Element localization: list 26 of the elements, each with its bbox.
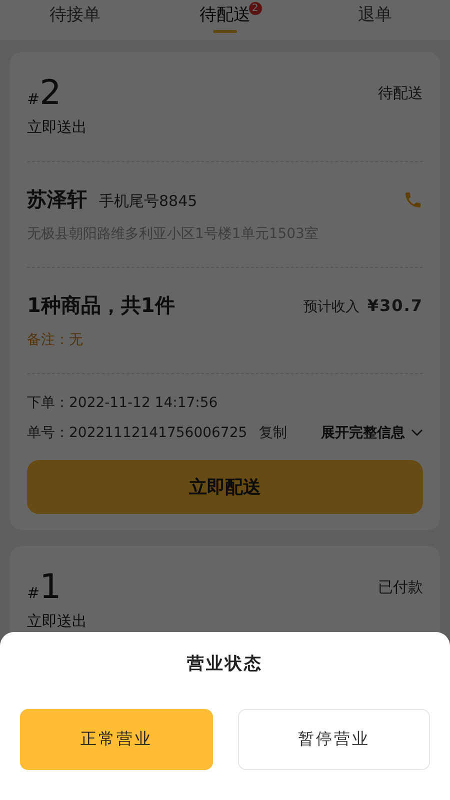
copy-link[interactable]: 复制 bbox=[259, 424, 288, 442]
hash-sign: # bbox=[27, 90, 40, 108]
order-tab[interactable]: 待接单 bbox=[0, 0, 150, 40]
order-id: 单号：20221112141756006725 bbox=[27, 425, 248, 441]
expand-info-button[interactable]: 展开完整信息 bbox=[321, 424, 423, 442]
hash-sign: # bbox=[27, 584, 40, 602]
customer-name: 苏泽轩 bbox=[27, 187, 87, 211]
phone-icon[interactable] bbox=[403, 190, 423, 210]
chevron-down-icon bbox=[411, 429, 423, 437]
delivery-time: 立即送出 bbox=[27, 118, 88, 137]
sheet-title: 营业状态 bbox=[186, 653, 264, 675]
order-tab[interactable]: 退单 bbox=[300, 0, 450, 40]
order-number: 1 bbox=[40, 568, 62, 606]
delivery-time: 立即送出 bbox=[27, 612, 88, 631]
status-option-button[interactable]: 暂停营业 bbox=[238, 709, 430, 770]
item-summary: 1种商品，共1件 bbox=[27, 292, 175, 319]
count-badge: 2 bbox=[248, 2, 262, 15]
expected-income: 预计收入 ¥30.7 bbox=[303, 296, 423, 316]
phone-hint: 手机尾号8845 bbox=[99, 192, 198, 210]
order-note: 备注：无 bbox=[27, 331, 84, 349]
order-status: 待配送 bbox=[378, 84, 423, 102]
deliver-now-button[interactable]: 立即配送 bbox=[27, 460, 423, 514]
status-option-button[interactable]: 正常营业 bbox=[20, 709, 212, 770]
order-status: 已付款 bbox=[378, 578, 423, 596]
order-number: 2 bbox=[40, 74, 62, 112]
order-time: 下单：2022-11-12 14:17:56 bbox=[27, 394, 219, 412]
